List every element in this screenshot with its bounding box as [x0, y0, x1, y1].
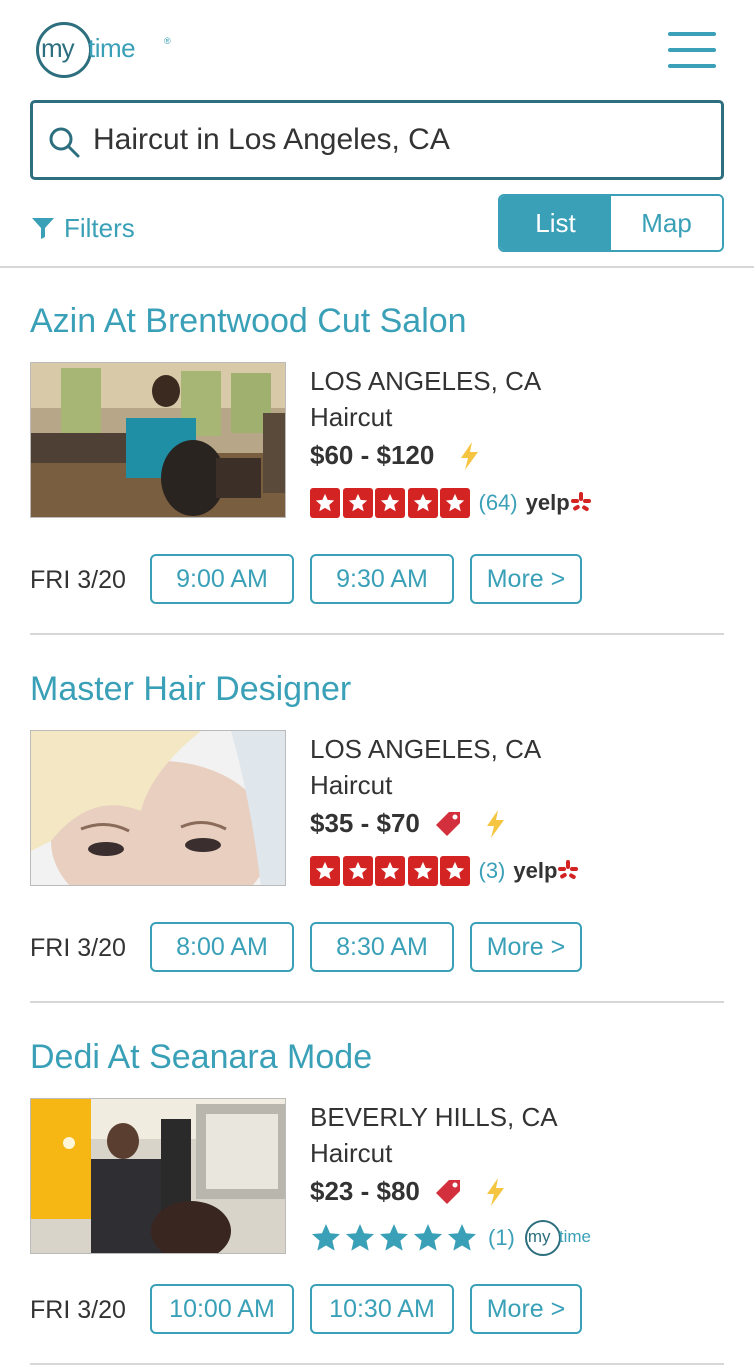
more-times-button[interactable]: More > [470, 554, 582, 604]
header-divider [0, 266, 754, 268]
yelp-star-icon [407, 488, 438, 518]
deal-tag-icon [435, 1179, 460, 1204]
yelp-star-icon [440, 488, 470, 518]
price-range: $35 - $70 [310, 808, 420, 838]
salon-name-link[interactable]: Dedi At Seanara Mode [30, 1038, 372, 1077]
time-slot-button[interactable]: 8:00 AM [150, 922, 294, 972]
filters-label: Filters [64, 212, 135, 243]
yelp-star-icon [375, 488, 405, 518]
review-count[interactable]: (64) [479, 490, 518, 516]
star-icon [414, 1224, 442, 1251]
availability-day: FRI 3/20 [30, 566, 126, 594]
price-row: $23 - $80 [310, 1176, 506, 1207]
rating-stars [310, 1222, 480, 1254]
yelp-rating: (3) yelp [310, 856, 579, 886]
yelp-star-icon [310, 856, 340, 886]
lightning-icon [486, 1177, 504, 1206]
price-row: $60 - $120 [310, 440, 480, 471]
review-count[interactable]: (1) [488, 1225, 515, 1251]
price-range: $60 - $120 [310, 440, 435, 470]
yelp-star-icon [375, 856, 405, 886]
review-count[interactable]: (3) [479, 858, 506, 884]
star-icon [312, 1224, 340, 1251]
yelp-star-icon [440, 856, 470, 886]
logo-registered-mark: ® [164, 36, 171, 46]
search-box[interactable] [30, 100, 724, 180]
yelp-rating: (64) yelp [310, 488, 591, 518]
service-name: Haircut [310, 402, 393, 432]
price-range: $23 - $80 [310, 1176, 420, 1206]
salon-photo-image [31, 363, 285, 517]
yelp-logo-icon: yelp [513, 858, 579, 884]
deal-tag-icon [435, 811, 460, 836]
salon-photo[interactable] [30, 362, 286, 518]
yelp-star-icon [407, 856, 438, 886]
lightning-icon [486, 809, 504, 838]
salon-photo[interactable] [30, 730, 286, 886]
search-icon [49, 127, 80, 158]
yelp-star-icon [342, 488, 373, 518]
more-times-button[interactable]: More > [470, 1284, 582, 1334]
mytime-rating: (1) my time [310, 1220, 607, 1256]
search-input[interactable] [93, 103, 713, 177]
availability-day: FRI 3/20 [30, 934, 126, 962]
service-name: Haircut [310, 1138, 393, 1168]
salon-name-link[interactable]: Azin At Brentwood Cut Salon [30, 302, 467, 341]
result-divider [30, 1363, 724, 1365]
logo-my-text: my [41, 33, 75, 63]
availability-day: FRI 3/20 [30, 1296, 126, 1324]
mytime-logo[interactable]: my time ® [36, 22, 186, 78]
result-divider [30, 1001, 724, 1003]
yelp-star-icon [310, 488, 340, 518]
view-toggle: List Map [498, 194, 724, 252]
star-icon [346, 1224, 374, 1251]
logo-time-text: time [88, 33, 136, 63]
salon-photo[interactable] [30, 1098, 286, 1254]
app-header: my time ® [0, 0, 754, 100]
salon-photo-image [31, 1099, 285, 1253]
salon-city: BEVERLY HILLS, CA [310, 1102, 558, 1132]
result-divider [30, 633, 724, 635]
list-view-button[interactable]: List [500, 196, 611, 250]
yelp-star-icon [342, 856, 373, 886]
lightning-icon [461, 441, 479, 470]
salon-photo-image [31, 731, 285, 885]
time-slot-button[interactable]: 9:30 AM [310, 554, 454, 604]
service-name: Haircut [310, 770, 393, 800]
time-slot-button[interactable]: 9:00 AM [150, 554, 294, 604]
star-icon [448, 1224, 476, 1251]
star-icon [380, 1224, 408, 1251]
hamburger-menu-icon[interactable] [668, 32, 716, 70]
funnel-icon [32, 218, 54, 239]
more-times-button[interactable]: More > [470, 922, 582, 972]
time-slot-button[interactable]: 10:00 AM [150, 1284, 294, 1334]
yelp-logo-icon: yelp [526, 490, 591, 516]
price-row: $35 - $70 [310, 808, 506, 839]
time-slot-button[interactable]: 8:30 AM [310, 922, 454, 972]
filters-button[interactable]: Filters [30, 210, 135, 246]
mytime-logo-icon: my time [524, 1220, 607, 1256]
map-view-button[interactable]: Map [611, 196, 722, 250]
salon-name-link[interactable]: Master Hair Designer [30, 670, 351, 709]
salon-city: LOS ANGELES, CA [310, 734, 542, 764]
time-slot-button[interactable]: 10:30 AM [310, 1284, 454, 1334]
salon-city: LOS ANGELES, CA [310, 366, 542, 396]
